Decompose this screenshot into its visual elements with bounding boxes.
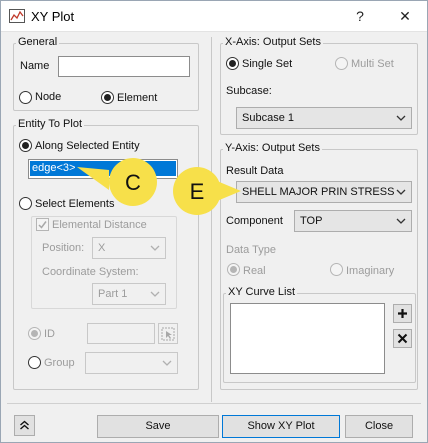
callout-c: C bbox=[77, 158, 157, 206]
position-select[interactable]: X bbox=[92, 237, 166, 259]
x-axis-group-title: X-Axis: Output Sets bbox=[223, 36, 323, 48]
pick-id-button[interactable] bbox=[158, 323, 178, 344]
remove-curve-button[interactable] bbox=[393, 329, 412, 348]
node-radio[interactable] bbox=[19, 91, 32, 104]
coordinate-system-value: Part 1 bbox=[98, 288, 128, 300]
position-value: X bbox=[98, 242, 106, 254]
select-elements-radio[interactable] bbox=[19, 197, 32, 210]
plus-icon bbox=[398, 309, 407, 318]
component-select[interactable]: TOP bbox=[294, 210, 412, 232]
subcase-select[interactable]: Subcase 1 bbox=[236, 107, 412, 129]
group-radio[interactable] bbox=[28, 356, 41, 369]
along-selected-entity-radio[interactable] bbox=[19, 139, 32, 152]
real-label: Real bbox=[243, 265, 266, 277]
chevron-down-icon bbox=[396, 218, 406, 224]
id-label: ID bbox=[44, 328, 55, 340]
element-radio[interactable] bbox=[101, 91, 114, 104]
real-radio[interactable] bbox=[227, 263, 240, 276]
group-label: Group bbox=[44, 357, 75, 369]
double-chevron-up-icon bbox=[20, 420, 29, 430]
close-window-button[interactable]: ✕ bbox=[392, 5, 418, 27]
callout-e: E bbox=[173, 167, 241, 215]
imaginary-radio[interactable] bbox=[330, 263, 343, 276]
coordinate-system-select[interactable]: Part 1 bbox=[92, 283, 166, 305]
component-value: TOP bbox=[300, 215, 323, 227]
entity-group-title: Entity To Plot bbox=[16, 118, 84, 130]
callout-c-label: C bbox=[125, 170, 141, 195]
coordinate-system-label: Coordinate System: bbox=[42, 266, 139, 278]
multi-set-label: Multi Set bbox=[351, 58, 394, 70]
help-button[interactable]: ? bbox=[347, 5, 373, 27]
subcase-value: Subcase 1 bbox=[242, 112, 294, 124]
elemental-distance-label: Elemental Distance bbox=[52, 219, 147, 231]
y-axis-group-title: Y-Axis: Output Sets bbox=[223, 142, 322, 154]
element-label: Element bbox=[117, 92, 158, 104]
chevron-down-icon bbox=[162, 360, 172, 366]
collapse-button[interactable] bbox=[14, 415, 35, 436]
show-xy-plot-button[interactable]: Show XY Plot bbox=[222, 415, 340, 438]
position-label: Position: bbox=[42, 242, 85, 254]
along-selected-entity-label: Along Selected Entity bbox=[35, 140, 140, 152]
elemental-distance-checkbox[interactable] bbox=[36, 218, 49, 231]
subcase-label: Subcase: bbox=[226, 85, 272, 97]
xy-curve-list[interactable] bbox=[230, 303, 385, 374]
chevron-down-icon bbox=[396, 115, 406, 121]
close-button[interactable]: Close bbox=[345, 415, 413, 438]
chevron-down-icon bbox=[150, 245, 160, 251]
name-label: Name bbox=[20, 60, 50, 72]
xy-plot-dialog: XY Plot ? ✕ General Name Node Element En… bbox=[0, 0, 428, 443]
chevron-down-icon bbox=[150, 291, 160, 297]
single-set-label: Single Set bbox=[242, 58, 293, 70]
save-button[interactable]: Save bbox=[97, 415, 219, 438]
multi-set-radio[interactable] bbox=[335, 57, 348, 70]
single-set-radio[interactable] bbox=[226, 57, 239, 70]
result-data-select[interactable]: SHELL MAJOR PRIN STRESS bbox=[236, 181, 412, 203]
add-curve-button[interactable] bbox=[393, 304, 412, 323]
id-input[interactable] bbox=[87, 323, 155, 344]
pick-icon bbox=[161, 327, 175, 341]
imaginary-label: Imaginary bbox=[346, 265, 395, 277]
node-label: Node bbox=[35, 91, 62, 103]
footer-divider bbox=[7, 403, 421, 404]
result-data-value: SHELL MAJOR PRIN STRESS bbox=[242, 186, 395, 198]
window-title: XY Plot bbox=[31, 9, 75, 24]
delete-icon bbox=[397, 333, 408, 344]
title-bar: XY Plot ? ✕ bbox=[1, 1, 427, 32]
id-radio[interactable] bbox=[28, 327, 41, 340]
data-type-label: Data Type bbox=[226, 244, 276, 256]
xy-plot-app-icon bbox=[9, 9, 25, 23]
name-input[interactable] bbox=[58, 56, 190, 77]
group-select[interactable] bbox=[85, 352, 178, 374]
panel-splitter[interactable] bbox=[211, 37, 212, 402]
chevron-down-icon bbox=[396, 189, 406, 195]
xy-curve-list-title: XY Curve List bbox=[226, 286, 298, 298]
general-group-title: General bbox=[16, 36, 60, 48]
callout-e-label: E bbox=[190, 179, 205, 204]
